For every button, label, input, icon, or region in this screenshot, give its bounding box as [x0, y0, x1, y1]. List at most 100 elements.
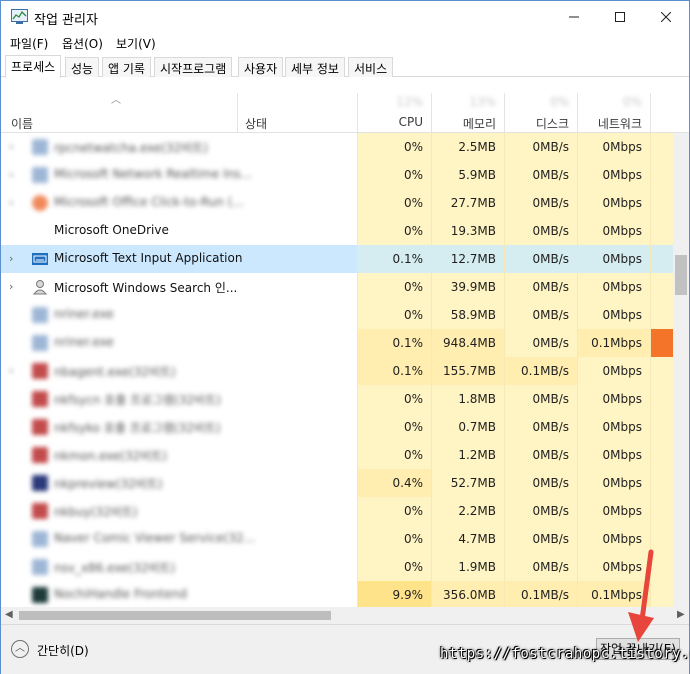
- keyboard-icon: [32, 251, 48, 267]
- process-row[interactable]: nkpreview(32비트) 0.4% 52.7MB 0MB/s 0Mbps: [1, 469, 673, 497]
- disk-cell: 0MB/s: [504, 133, 577, 161]
- column-name[interactable]: 이름: [11, 115, 33, 132]
- process-name-cell[interactable]: nkfsycn 호출 프로그램(32비트): [1, 385, 357, 413]
- process-name-cell[interactable]: › Microsoft Windows Search 인...: [1, 273, 357, 301]
- process-name: NochiHandle Frontend: [54, 587, 187, 601]
- disk-cell: 0MB/s: [504, 273, 577, 301]
- process-name-cell[interactable]: nkbuy(32비트): [1, 497, 357, 525]
- process-name: Microsoft Text Input Application: [54, 251, 243, 265]
- process-name-cell[interactable]: nkfsyko 호출 프로그램(32비트): [1, 413, 357, 441]
- tab-services[interactable]: 서비스: [348, 57, 394, 77]
- process-name-cell[interactable]: › nbagent.exe(32비트): [1, 357, 357, 385]
- process-name-cell[interactable]: NochiHandle Frontend: [1, 581, 357, 607]
- disk-cell: 0.1MB/s: [504, 581, 577, 607]
- scroll-right-icon[interactable]: ▶: [677, 609, 685, 620]
- vertical-scroll-thumb[interactable]: [675, 255, 687, 295]
- process-name: rpcnetwatcha.exe(32비트): [54, 141, 209, 155]
- memory-cell: 2.2MB: [431, 497, 504, 525]
- process-list: › rpcnetwatcha.exe(32비트) 0% 2.5MB 0MB/s 0Mbps…: [1, 133, 673, 607]
- process-row[interactable]: nkfsycn 호출 프로그램(32비트) 0% 1.8MB 0MB/s 0Mbps: [1, 385, 673, 413]
- process-name-cell[interactable]: nriner.exe: [1, 301, 357, 329]
- expand-chevron-icon[interactable]: ›: [9, 280, 19, 294]
- menu-options[interactable]: 옵션(O): [62, 35, 103, 52]
- network-cell: 0Mbps: [577, 245, 650, 273]
- scroll-left-icon[interactable]: ◀: [5, 609, 13, 620]
- process-row[interactable]: nkbuy(32비트) 0% 2.2MB 0MB/s 0Mbps: [1, 497, 673, 525]
- process-name-cell[interactable]: Naver Comic Viewer Service(32...: [1, 525, 357, 553]
- memory-cell: 19.3MB: [431, 217, 504, 245]
- disk-cell: 0MB/s: [504, 189, 577, 217]
- app-icon: [32, 531, 48, 547]
- vertical-scrollbar[interactable]: [673, 133, 689, 607]
- process-row[interactable]: Naver Comic Viewer Service(32... 0% 4.7MB 0…: [1, 525, 673, 553]
- process-row[interactable]: › Microsoft Windows Search 인... 0% 39.9MB 0M…: [1, 273, 673, 301]
- process-row[interactable]: › Microsoft Network Realtime Ins... 0% 5.9M…: [1, 161, 673, 189]
- process-row[interactable]: Microsoft OneDrive 0% 19.3MB 0MB/s 0Mbps: [1, 217, 673, 245]
- process-row[interactable]: nsv_x86.exe(32비트) 0% 1.9MB 0MB/s 0Mbps: [1, 553, 673, 581]
- tab-app-history[interactable]: 앱 기록: [102, 57, 151, 77]
- process-name-cell[interactable]: › rpcnetwatcha.exe(32비트): [1, 133, 357, 161]
- disk-cell: 0MB/s: [504, 469, 577, 497]
- horizontal-scrollbar[interactable]: ◀ ▶: [1, 607, 689, 624]
- extra-column-cell: [650, 413, 673, 441]
- expand-chevron-icon[interactable]: ›: [9, 196, 19, 210]
- expand-chevron-icon[interactable]: ›: [9, 168, 19, 182]
- process-name-cell[interactable]: › Microsoft Text Input Application: [1, 245, 357, 273]
- minimize-button[interactable]: [551, 1, 597, 33]
- tab-startup[interactable]: 시작프로그램: [154, 57, 233, 77]
- cpu-cell: 0%: [357, 497, 431, 525]
- process-name-cell[interactable]: nsv_x86.exe(32비트): [1, 553, 357, 581]
- cpu-total: 12%: [396, 95, 423, 109]
- column-status[interactable]: 상태: [245, 115, 267, 132]
- column-cpu[interactable]: 12% CPU: [357, 77, 431, 133]
- close-button[interactable]: [643, 1, 689, 33]
- column-separator[interactable]: [650, 93, 651, 133]
- expand-chevron-icon[interactable]: ›: [9, 140, 19, 154]
- chevron-up-icon[interactable]: ︿: [11, 640, 29, 658]
- process-row[interactable]: › rpcnetwatcha.exe(32비트) 0% 2.5MB 0MB/s 0Mbps: [1, 133, 673, 161]
- cpu-cell: 0%: [357, 189, 431, 217]
- process-row[interactable]: nkmon.exe(32비트) 0% 1.2MB 0MB/s 0Mbps: [1, 441, 673, 469]
- process-row[interactable]: NochiHandle Frontend 9.9% 356.0MB 0.1MB/s 0.…: [1, 581, 673, 607]
- memory-cell: 58.9MB: [431, 301, 504, 329]
- extra-column-cell: [650, 245, 673, 273]
- extra-column-cell: [650, 217, 673, 245]
- app-icon: [32, 167, 48, 183]
- window-title: 작업 관리자: [34, 13, 98, 28]
- process-name-cell[interactable]: nkpreview(32비트): [1, 469, 357, 497]
- network-cell: 0Mbps: [577, 469, 650, 497]
- process-row[interactable]: › Microsoft Office Click-to-Run (... 0% 27.…: [1, 189, 673, 217]
- process-name-cell[interactable]: Microsoft OneDrive: [1, 217, 357, 245]
- process-name-cell[interactable]: nkmon.exe(32비트): [1, 441, 357, 469]
- tab-details[interactable]: 세부 정보: [285, 57, 345, 77]
- process-name-cell[interactable]: › Microsoft Network Realtime Ins...: [1, 161, 357, 189]
- extra-column-cell: [650, 133, 673, 161]
- process-name-cell[interactable]: › Microsoft Office Click-to-Run (...: [1, 189, 357, 217]
- process-name-cell[interactable]: nriner.exe: [1, 329, 357, 357]
- process-row[interactable]: › Microsoft Text Input Application 0.1% 12.…: [1, 245, 673, 273]
- expand-chevron-icon[interactable]: ›: [9, 252, 19, 266]
- tab-performance[interactable]: 성능: [65, 57, 100, 77]
- process-name: nriner.exe: [54, 335, 114, 349]
- menu-view[interactable]: 보기(V): [116, 35, 156, 52]
- process-row[interactable]: › nbagent.exe(32비트) 0.1% 155.7MB 0.1MB/s 0Mbp…: [1, 357, 673, 385]
- maximize-button[interactable]: [597, 1, 643, 33]
- memory-total: 13%: [469, 95, 496, 109]
- horizontal-scroll-thumb[interactable]: [19, 611, 331, 620]
- column-memory[interactable]: 13% 메모리: [431, 77, 504, 133]
- menu-file[interactable]: 파일(F): [10, 35, 48, 52]
- fewer-details-button[interactable]: 간단히(D): [37, 642, 89, 659]
- memory-label: 메모리: [462, 117, 496, 131]
- expand-chevron-icon[interactable]: ›: [9, 364, 19, 378]
- column-network[interactable]: 0% 네트워크: [577, 77, 650, 133]
- disk-cell: 0.1MB/s: [504, 357, 577, 385]
- process-row[interactable]: nriner.exe 0.1% 948.4MB 0MB/s 0.1Mbps: [1, 329, 673, 357]
- tab-users[interactable]: 사용자: [238, 57, 284, 77]
- column-disk[interactable]: 0% 디스크: [504, 77, 577, 133]
- process-row[interactable]: nriner.exe 0% 58.9MB 0MB/s 0Mbps: [1, 301, 673, 329]
- disk-cell: 0MB/s: [504, 217, 577, 245]
- process-row[interactable]: nkfsyko 호출 프로그램(32비트) 0% 0.7MB 0MB/s 0Mbps: [1, 413, 673, 441]
- column-separator[interactable]: [237, 93, 238, 133]
- tab-processes[interactable]: 프로세스: [5, 55, 62, 78]
- menu-bar: 파일(F) 옵션(O) 보기(V): [1, 33, 689, 53]
